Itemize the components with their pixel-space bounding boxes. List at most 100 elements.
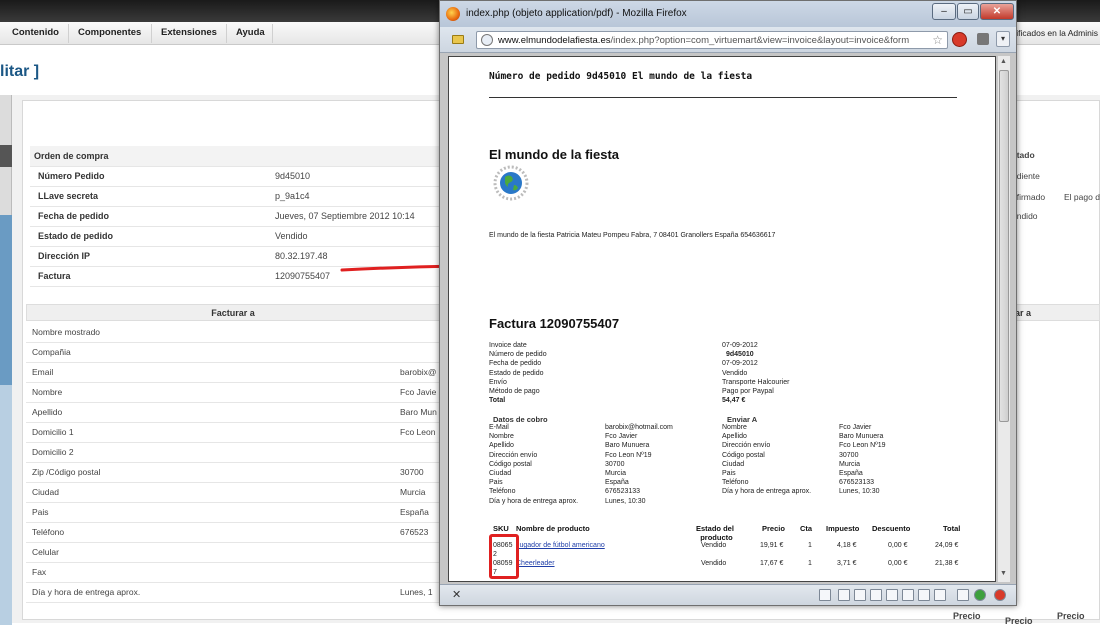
table-row: Número Pedido 9d45010 <box>30 166 440 187</box>
product-link[interactable]: Cheerleader <box>516 560 555 567</box>
info-label: Invoice date <box>489 342 527 349</box>
table-row: Teléfono 676523 <box>26 522 440 543</box>
shipping-labels: Nombre Apellido Dirección envío Código p… <box>722 423 811 497</box>
bill-value <box>396 562 440 583</box>
product-qty: 1 <box>808 542 812 549</box>
product-link[interactable]: Jugador de fútbol americano <box>516 542 605 549</box>
admin-user-info-text: ificados en la Adminis <box>1016 28 1098 38</box>
billing-label: Código postal <box>489 460 532 468</box>
order-section-title: Orden de compra <box>30 146 440 167</box>
scroll-down-arrow-icon[interactable]: ▼ <box>1000 570 1007 577</box>
bill-value: Baro Mun <box>396 402 440 423</box>
sidebar-blue-strip <box>0 215 12 385</box>
ship-to-header: ar a <box>1012 304 1100 321</box>
bill-value <box>396 442 440 463</box>
product-status: Vendido <box>701 560 727 567</box>
window-title-bar[interactable]: index.php (objeto application/pdf) - Moz… <box>440 1 1016 27</box>
order-section-header: Orden de compra <box>30 146 440 167</box>
table-row: Zip /Código postal 30700 <box>26 462 440 483</box>
page-icon[interactable] <box>819 589 831 601</box>
billing-value: Fco Javier <box>605 433 638 441</box>
table-row: Nombre mostrado <box>26 322 440 343</box>
minimize-button[interactable]: – <box>932 3 956 20</box>
info-label-total: Total <box>489 397 506 405</box>
order-number-link[interactable]: 9d45010 <box>275 166 440 187</box>
col-header-price: Precio <box>762 524 785 533</box>
bill-label: Nombre <box>26 382 396 403</box>
vertical-scrollbar[interactable]: ▲ ▼ <box>997 56 1010 582</box>
print-icon[interactable] <box>886 589 898 601</box>
scrollbar-thumb[interactable] <box>999 70 1009 422</box>
save-icon[interactable] <box>870 589 882 601</box>
order-value: Jueves, 07 Septiembre 2012 10:14 <box>275 206 440 227</box>
menu-dropdown-icon[interactable]: ▾ <box>996 31 1010 47</box>
product-discount: 0,00 € <box>888 542 908 549</box>
menu-separator <box>68 24 69 43</box>
block-icon[interactable] <box>994 589 1006 601</box>
bill-value: barobix@ <box>396 362 440 383</box>
billing-values: barobix@hotmail.com Fco Javier Baro Munu… <box>605 423 673 506</box>
order-value: p_9a1c4 <box>275 186 440 207</box>
stop-icon[interactable] <box>952 32 967 47</box>
col-header-status-line1: Estado del <box>696 524 734 533</box>
product-tax: 3,71 € <box>837 560 857 567</box>
bill-label: Teléfono <box>26 522 396 543</box>
bookmark-star-icon[interactable]: ☆ <box>932 33 943 47</box>
sidebar-dark-block <box>0 145 12 167</box>
menu-extensiones[interactable]: Extensiones <box>161 27 217 38</box>
mail-icon[interactable] <box>918 589 930 601</box>
menu-componentes[interactable]: Componentes <box>78 27 141 38</box>
order-label: LLave secreta <box>30 186 275 207</box>
table-row: Pais España <box>26 502 440 523</box>
scroll-up-arrow-icon[interactable]: ▲ <box>1000 58 1007 65</box>
col-header-qty: Cta <box>800 524 813 533</box>
red-highlight-box-annotation <box>489 534 519 579</box>
product-total: 24,09 € <box>935 542 959 549</box>
close-button[interactable]: ✕ <box>980 3 1014 20</box>
shipping-value: España <box>839 470 863 478</box>
billing-value: España <box>605 479 629 487</box>
product-qty: 1 <box>808 560 812 567</box>
page-info-icon[interactable] <box>452 35 464 44</box>
bill-label: Pais <box>26 502 396 523</box>
bill-to-table: Nombre mostrado Compañia Email barobix@ N… <box>26 322 440 603</box>
shipping-value: 676523133 <box>839 479 875 487</box>
col-header-status-line2: producto <box>700 533 733 542</box>
table-row: Ciudad Murcia <box>26 482 440 503</box>
shipping-label: Día y hora de entrega aprox. <box>722 488 812 496</box>
tools-icon[interactable] <box>957 589 969 601</box>
invoice-info-labels: Invoice date Número de pedido Fecha de p… <box>489 341 547 405</box>
table-row: Compañia <box>26 342 440 363</box>
statusbar-close-icon[interactable]: ✕ <box>452 588 461 601</box>
sidebar-light-strip <box>0 385 12 625</box>
bill-label: Fax <box>26 562 396 583</box>
addon-status-icon[interactable] <box>974 589 986 601</box>
firefox-window: index.php (objeto application/pdf) - Moz… <box>439 0 1017 606</box>
navigation-bar: www.elmundodelafiesta.es/index.php?optio… <box>440 27 1016 53</box>
shipping-label: Nombre <box>722 424 747 431</box>
billing-label: Apellido <box>489 442 514 450</box>
url-bar[interactable]: www.elmundodelafiesta.es/index.php?optio… <box>476 31 948 49</box>
menu-contenido[interactable]: Contenido <box>12 27 59 38</box>
bill-value: Fco Javie <box>396 382 440 403</box>
pen-icon[interactable] <box>838 589 850 601</box>
menu-ayuda[interactable]: Ayuda <box>236 27 265 38</box>
hand-icon[interactable] <box>854 589 866 601</box>
pdf-document-view[interactable]: Número de pedido 9d45010 El mundo de la … <box>448 56 996 582</box>
table-row: Nombre Fco Javie <box>26 382 440 403</box>
refresh-icon[interactable] <box>902 589 914 601</box>
status-bar: ✕ <box>440 584 1016 605</box>
billing-label: Dirección envío <box>489 451 538 459</box>
maximize-button[interactable]: ▭ <box>957 3 979 20</box>
addon-icon[interactable] <box>977 33 989 45</box>
order-value: Vendido <box>275 226 440 247</box>
info-label: Método de pago <box>489 388 540 396</box>
share-icon[interactable] <box>934 589 946 601</box>
order-label: Dirección IP <box>30 246 275 267</box>
price-column-header: Precio <box>1057 611 1085 621</box>
bill-value: 676523 <box>396 522 440 543</box>
pdf-header-title: Número de pedido 9d45010 El mundo de la … <box>489 71 753 82</box>
billing-value: Fco Leon Nº19 <box>605 451 652 459</box>
bill-label: Ciudad <box>26 482 396 503</box>
info-value-order-number: 9d45010 <box>726 351 754 359</box>
